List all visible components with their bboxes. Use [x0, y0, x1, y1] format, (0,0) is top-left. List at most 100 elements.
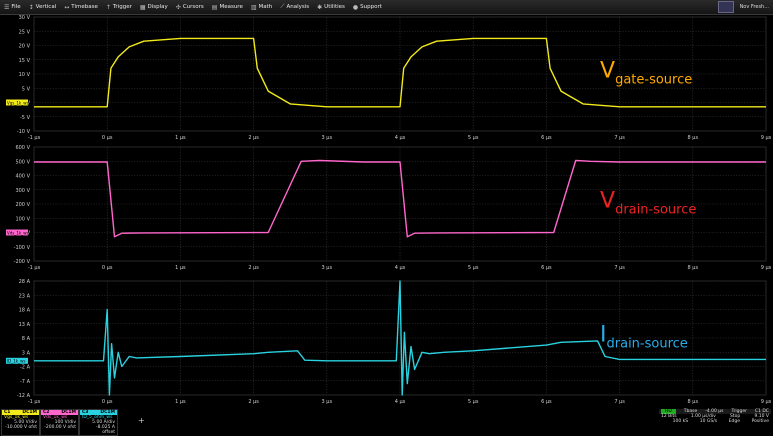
vertical-icon: ↕: [28, 3, 34, 11]
scope-panel-2[interactable]: 600 V500 V400 V300 V200 V100 V0 V-100 V-…: [6, 145, 772, 271]
menu-display[interactable]: ▦ Display: [136, 0, 172, 14]
x-tick-label: 0 µs: [102, 135, 113, 141]
signal-annotation: Idrain-source: [600, 322, 688, 351]
cursors-icon: ✣: [175, 3, 181, 11]
x-tick-label: 6 µs: [541, 399, 552, 405]
menu-file[interactable]: ☰ File: [0, 0, 25, 14]
x-tick-label: -1 µs: [28, 265, 41, 271]
x-tick-label: 8 µs: [688, 135, 699, 141]
waveform-svg: 30 V25 V20 V15 V10 V5 V0 V-5 V-10 V-1 µs…: [6, 15, 772, 405]
x-tick-label: 8 µs: [688, 399, 699, 405]
x-tick-label: 0 µs: [102, 265, 113, 271]
y-tick-label: 600 V: [15, 145, 30, 151]
x-tick-label: 2 µs: [248, 399, 259, 405]
x-tick-label: 7 µs: [614, 135, 625, 141]
x-tick-label: 3 µs: [322, 399, 333, 405]
menu-label: Utilities: [324, 4, 345, 10]
x-tick-label: -1 µs: [28, 399, 41, 405]
channel-c3-descriptor[interactable]: C3 DC1M ID_5_ohm_ws 5.00 A/div -8.025 A offs…: [79, 409, 118, 436]
offset-marker-label: Vgs_1k_ws: [7, 100, 29, 105]
channel-c2-descriptor[interactable]: C2 DC1M Vds_1k_ws 100 V/div -200.00 V ofst: [40, 409, 79, 436]
y-tick-label: 200 V: [15, 202, 30, 208]
x-tick-label: 5 µs: [468, 399, 479, 405]
menu-label: Measure: [219, 4, 243, 10]
signal-annotation: Vgate-source: [600, 58, 692, 87]
x-tick-label: 4 µs: [395, 399, 406, 405]
menu-label: Support: [360, 4, 382, 10]
menu-math[interactable]: ▥ Math: [247, 0, 276, 14]
window-title: Nov Fresh...: [739, 4, 769, 10]
y-tick-label: 300 V: [15, 188, 30, 194]
menu-label: Vertical: [35, 4, 57, 10]
waveform-area[interactable]: 30 V25 V20 V15 V10 V5 V0 V-5 V-10 V-1 µs…: [0, 15, 773, 408]
timebase-icon: ↔: [64, 3, 70, 11]
menu-support[interactable]: ● Support: [349, 0, 386, 14]
y-tick-label: 20 V: [19, 44, 31, 50]
x-tick-label: 8 µs: [688, 265, 699, 271]
channel-offset: -200.00 V ofst: [44, 425, 76, 430]
menu-vertical[interactable]: ↕ Vertical: [25, 0, 61, 14]
x-tick-label: -1 µs: [28, 135, 41, 141]
x-tick-label: 7 µs: [614, 399, 625, 405]
offset-marker-label: ID_1k_ws: [7, 359, 25, 364]
x-tick-label: 1 µs: [175, 135, 186, 141]
menu-label: Math: [258, 4, 273, 10]
y-tick-label: 13 A: [19, 322, 31, 328]
x-tick-label: 5 µs: [468, 135, 479, 141]
x-tick-label: 4 µs: [395, 265, 406, 271]
x-tick-label: 1 µs: [175, 399, 186, 405]
channel-c1-descriptor[interactable]: C1 DC1M Vgs_1k_ws 5.00 V/div -10.000 V ofst: [1, 409, 40, 436]
y-tick-label: 10 V: [19, 72, 31, 78]
menu-measure[interactable]: ▤ Measure: [208, 0, 247, 14]
menu-utilities[interactable]: ✱ Utilities: [313, 0, 349, 14]
x-tick-label: 3 µs: [322, 265, 333, 271]
y-tick-label: -100 V: [14, 245, 31, 251]
signal-annotation: Vdrain-source: [600, 188, 696, 217]
display-icon: ▦: [139, 3, 146, 11]
y-tick-label: 25 V: [19, 29, 31, 35]
menu-label: Cursors: [182, 4, 204, 10]
utilities-icon: ✱: [317, 3, 323, 11]
x-tick-label: 3 µs: [322, 135, 333, 141]
y-tick-label: 15 V: [19, 58, 31, 64]
menu-trigger[interactable]: ↑ Trigger: [102, 0, 136, 14]
sample-rate: 10 GS/s: [699, 419, 718, 424]
x-tick-label: 2 µs: [248, 135, 259, 141]
trigger-icon: ↑: [105, 3, 111, 11]
menu-analysis[interactable]: ⟋ Analysis: [276, 0, 313, 14]
menubar-right: Nov Fresh...: [717, 1, 769, 13]
scope-panel-1[interactable]: 30 V25 V20 V15 V10 V5 V0 V-5 V-10 V-1 µs…: [6, 15, 772, 141]
support-icon: ●: [352, 3, 359, 11]
y-tick-label: 500 V: [15, 159, 30, 165]
display-grid-icon[interactable]: [717, 1, 734, 13]
menu-cursors[interactable]: ✣ Cursors: [172, 0, 208, 14]
y-tick-label: 5 V: [22, 86, 31, 92]
x-tick-label: 4 µs: [395, 135, 406, 141]
menu-timebase[interactable]: ↔ Timebase: [60, 0, 102, 14]
y-tick-label: 100 V: [15, 216, 30, 222]
menu-label: File: [11, 4, 21, 10]
y-tick-label: 30 V: [19, 15, 31, 21]
sample-count: 100 kS: [672, 419, 689, 424]
y-tick-label: 28 A: [19, 279, 31, 285]
trigger-type: Edge: [728, 419, 741, 424]
y-tick-label: -5 V: [20, 115, 31, 121]
x-tick-label: 5 µs: [468, 265, 479, 271]
timebase-panel[interactable]: HD Tbase -4.00 µs Trigger C1 DC 12 Bits …: [659, 409, 771, 434]
menu-label: Display: [147, 4, 168, 10]
add-channel-button[interactable]: +: [138, 416, 145, 425]
trigger-slope: Positive: [751, 419, 769, 424]
offset-marker-label: Vds_1k_ws: [7, 230, 29, 235]
analysis-icon: ⟋: [280, 3, 285, 10]
x-tick-label: 0 µs: [102, 399, 113, 405]
menu-label: Timebase: [71, 4, 98, 10]
y-tick-label: 23 A: [19, 293, 31, 299]
y-tick-label: -7 A: [20, 379, 31, 385]
scope-panel-3[interactable]: 28 A23 A18 A13 A8 A3 A-2 A-7 A-12 A-1 µs…: [6, 279, 772, 405]
channel-offset: -8.025 A offset: [95, 425, 115, 435]
y-tick-label: 18 A: [19, 308, 31, 314]
menu-label: Analysis: [286, 4, 310, 10]
y-tick-label: -2 A: [20, 365, 31, 371]
menu-label: Trigger: [112, 4, 132, 10]
x-tick-label: 2 µs: [248, 265, 259, 271]
